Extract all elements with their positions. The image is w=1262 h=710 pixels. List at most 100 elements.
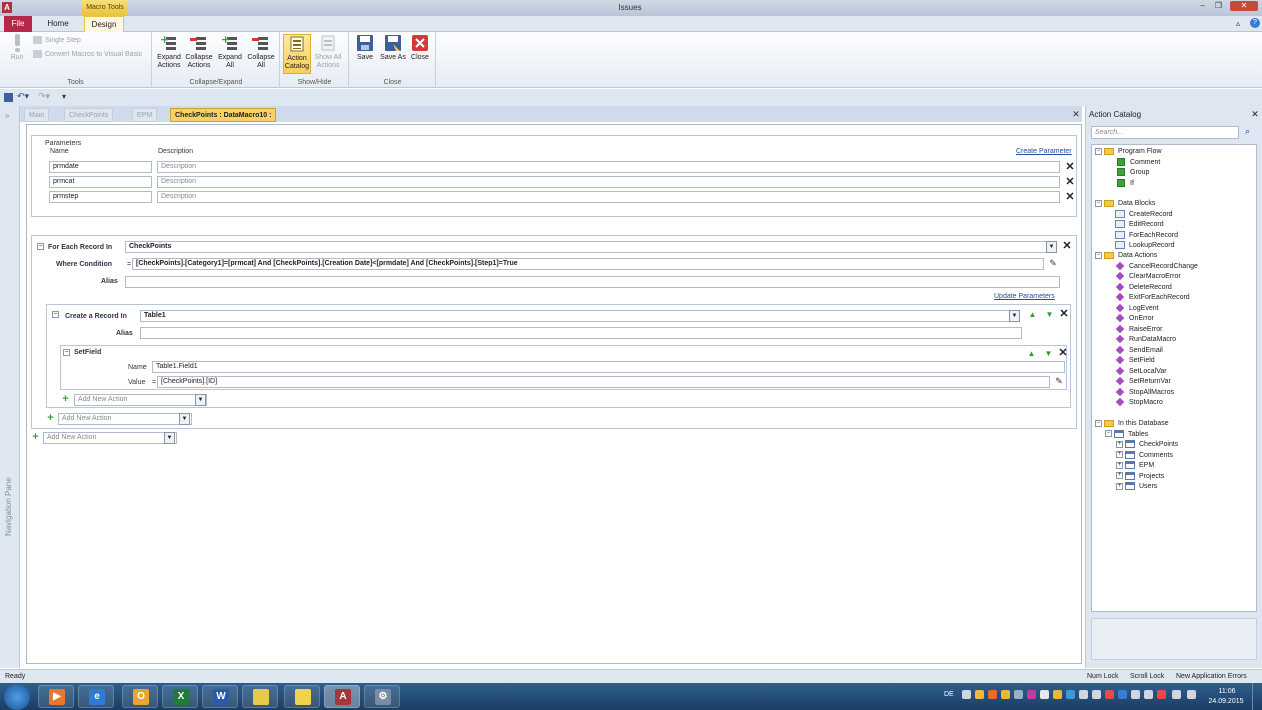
expand-icon[interactable]: + (1116, 440, 1123, 448)
qat-save-icon[interactable] (4, 93, 13, 102)
foreach-alias-field[interactable] (125, 276, 1060, 288)
catalog-item[interactable]: DeleteRecord (1095, 282, 1198, 294)
collapse-actions-button[interactable]: Collapse Actions (185, 34, 213, 74)
delete-parameter-button[interactable]: ✕ (1065, 192, 1075, 203)
expand-icon[interactable]: + (1116, 461, 1123, 469)
create-record-dropdown-icon[interactable]: ▼ (1009, 310, 1020, 322)
show-desktop-button[interactable] (1252, 683, 1262, 710)
save-as-button[interactable]: Save As (379, 34, 407, 74)
foreach-table-field[interactable]: CheckPoints (125, 241, 1049, 253)
create-record-collapse-icon[interactable]: − (52, 311, 59, 318)
tray-icon[interactable] (1001, 690, 1010, 699)
tree-folder-tables[interactable]: − Tables (1095, 429, 1178, 441)
setfield-collapse-icon[interactable]: − (63, 349, 70, 356)
catalog-item[interactable]: SendEmail (1095, 345, 1198, 357)
tab-file[interactable]: File (4, 16, 32, 32)
catalog-item[interactable]: RaiseError (1095, 324, 1198, 336)
access-app-icon[interactable]: A (2, 2, 12, 13)
close-macro-button[interactable]: Close (406, 34, 434, 74)
search-icon[interactable]: ⌕ (1245, 126, 1255, 138)
network-icon[interactable] (1172, 690, 1181, 699)
close-window-button[interactable]: ✕ (1230, 1, 1258, 11)
doc-tab-main[interactable]: Main (24, 108, 50, 122)
add-new-action-select[interactable]: Add New Action (58, 413, 192, 425)
add-new-action-dropdown-icon[interactable]: ▼ (164, 432, 175, 444)
tray-icon[interactable] (1105, 690, 1114, 699)
start-button[interactable] (4, 684, 30, 710)
catalog-item[interactable]: Comment (1095, 157, 1162, 169)
catalog-search-input[interactable]: Search... (1091, 126, 1239, 139)
minimize-button[interactable]: – (1196, 1, 1209, 11)
volume-icon[interactable] (1187, 690, 1196, 699)
catalog-item[interactable]: LogEvent (1095, 303, 1198, 315)
tree-folder-in-this-database[interactable]: − In this Database (1095, 419, 1178, 430)
taskbar-outlook[interactable]: O (122, 685, 158, 708)
tray-icon[interactable] (962, 690, 971, 699)
param-description-field[interactable]: Description (157, 176, 1060, 188)
tray-icon[interactable] (1144, 690, 1153, 699)
expand-all-button[interactable]: + Expand All (216, 33, 244, 74)
qat-undo-icon[interactable]: ↶▾ (17, 91, 29, 102)
convert-macros-button[interactable]: Convert Macros to Visual Basic (33, 49, 142, 61)
tree-table-item[interactable]: + Projects (1095, 471, 1178, 483)
catalog-item[interactable]: SetLocalVar (1095, 366, 1198, 378)
delete-foreach-button[interactable]: ✕ (1062, 241, 1072, 252)
move-up-icon[interactable]: ▲ (1027, 349, 1036, 358)
tray-language[interactable]: DE (944, 691, 954, 698)
update-parameters-link[interactable]: Update Parameters (994, 293, 1055, 300)
tab-design[interactable]: Design (84, 16, 124, 32)
tray-icon[interactable] (1014, 690, 1023, 699)
add-new-action-select[interactable]: Add New Action (43, 432, 177, 444)
delete-create-record-button[interactable]: ✕ (1059, 309, 1069, 320)
collapse-icon[interactable]: − (1095, 147, 1102, 155)
taskbar-notes[interactable] (284, 685, 320, 708)
tree-folder-data-actions[interactable]: − Data Actions (1095, 251, 1198, 262)
move-down-icon[interactable]: ▼ (1044, 349, 1053, 358)
expression-builder-icon[interactable]: ✎ (1047, 258, 1059, 269)
single-step-button[interactable]: Single Step (33, 35, 81, 47)
tab-home[interactable]: Home (40, 16, 76, 32)
catalog-item[interactable]: ExitForEachRecord (1095, 292, 1198, 304)
catalog-item[interactable]: If (1095, 178, 1162, 190)
add-new-action-dropdown-icon[interactable]: ▼ (179, 413, 190, 425)
save-button[interactable]: Save (351, 34, 379, 74)
nav-expand-icon[interactable]: » (5, 111, 9, 120)
taskbar-access[interactable]: A (324, 685, 360, 708)
delete-parameter-button[interactable]: ✕ (1065, 162, 1075, 173)
add-new-action-dropdown-icon[interactable]: ▼ (195, 394, 206, 406)
tray-icon[interactable] (988, 690, 997, 699)
collapse-all-button[interactable]: Collapse All (247, 34, 275, 74)
catalog-item[interactable]: LookupRecord (1095, 241, 1178, 252)
close-document-button[interactable]: ✕ (1071, 109, 1081, 119)
param-description-field[interactable]: Description (157, 161, 1060, 173)
tree-table-item[interactable]: + Comments (1095, 450, 1178, 462)
tray-icon[interactable] (1079, 690, 1088, 699)
show-all-actions-button[interactable]: Show All Actions (314, 34, 342, 74)
catalog-item[interactable]: ClearMacroError (1095, 271, 1198, 283)
collapse-icon[interactable]: − (1095, 199, 1102, 207)
tree-table-item[interactable]: + EPM (1095, 461, 1178, 472)
delete-parameter-button[interactable]: ✕ (1065, 177, 1075, 188)
expand-icon[interactable]: + (1116, 472, 1123, 480)
doc-tab-checkpoints[interactable]: CheckPoints (64, 108, 114, 122)
tray-icon[interactable] (1040, 690, 1049, 699)
catalog-item[interactable]: SetReturnVar (1095, 376, 1198, 388)
expand-icon[interactable]: + (1116, 482, 1123, 490)
restore-button[interactable]: ❐ (1212, 1, 1225, 11)
expand-actions-button[interactable]: + Expand Actions (155, 33, 183, 74)
where-condition-field[interactable]: [CheckPoints].[Category1]=[prmcat] And [… (132, 258, 1044, 270)
tray-icon[interactable] (1053, 690, 1062, 699)
taskbar-explorer[interactable] (242, 685, 278, 708)
minimize-ribbon-icon[interactable]: ▵ (1236, 19, 1246, 28)
setfield-value-field[interactable]: [CheckPoints].[ID] (157, 376, 1050, 388)
tree-table-item[interactable]: + Users (1095, 482, 1178, 493)
catalog-item[interactable]: CancelRecordChange (1095, 261, 1198, 273)
clock-time[interactable]: 11:06 (1210, 688, 1244, 695)
param-name-field[interactable]: prmdate (49, 161, 152, 173)
tree-table-item[interactable]: + CheckPoints (1095, 440, 1178, 451)
catalog-item[interactable]: CreateRecord (1095, 209, 1178, 221)
collapse-icon[interactable]: − (1095, 419, 1102, 427)
catalog-item[interactable]: Group (1095, 168, 1162, 179)
run-button[interactable]: Run (3, 34, 31, 74)
expression-builder-icon[interactable]: ✎ (1053, 376, 1065, 387)
